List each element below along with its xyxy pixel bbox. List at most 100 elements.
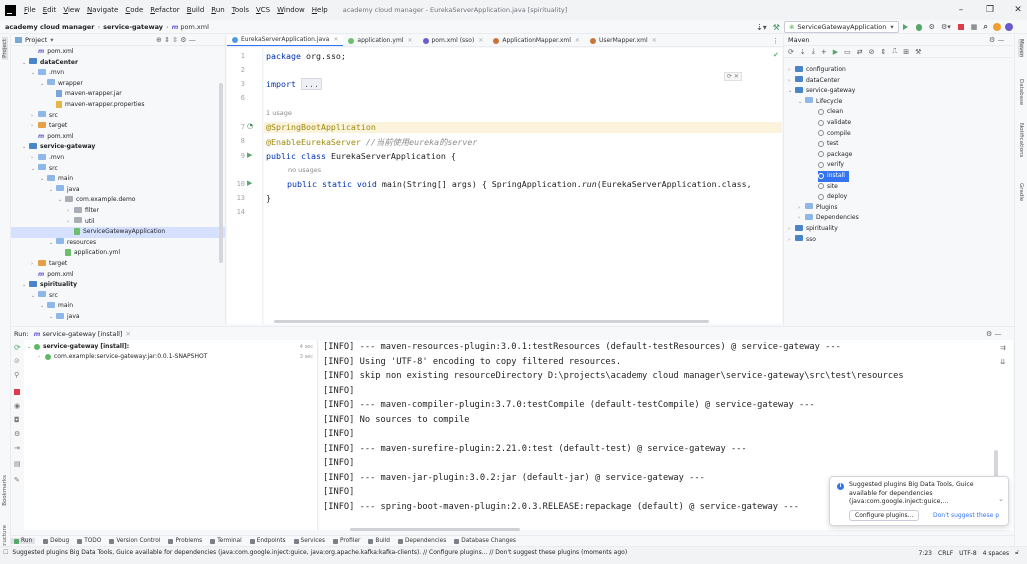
project-tool-button[interactable]: Project [2,37,8,60]
maven-reload-icon[interactable]: ⟳ ✕ [724,72,742,81]
maven-tree-item[interactable]: › Dependencies [798,213,863,224]
chevron-down-icon[interactable]: ⌄ [22,142,29,153]
import-fold[interactable]: ... [300,78,322,90]
chevron-down-icon[interactable]: ⌄ [998,495,1004,503]
lock-icon[interactable]: 🔓︎ [1015,549,1019,557]
maven-tree-item[interactable]: install [818,171,849,182]
tool-tab-build[interactable]: Build [368,538,390,544]
tool-tab-version-control[interactable]: Version Control [109,538,160,544]
project-tree-item[interactable]: ⌄ src [11,291,225,302]
file-encoding[interactable]: UTF-8 [959,550,977,557]
maximize-button[interactable]: ❐ [975,0,1005,20]
project-tree-item[interactable]: › target [11,121,225,132]
project-panel-title[interactable]: Project [25,36,47,44]
execute-goal-icon[interactable]: ▭ [844,48,851,56]
maven-tree-item[interactable]: ⌄ service-gateway [788,86,859,97]
layout-icon[interactable]: ▦ [971,23,978,31]
menu-file[interactable]: File [24,6,36,14]
chevron-down-icon[interactable]: ⌄ [49,312,56,323]
run-maven-icon[interactable]: ▶ [833,48,838,56]
tool-tab-debug[interactable]: Debug [43,538,69,544]
menu-refactor[interactable]: Refactor [150,6,179,14]
maven-tree-item[interactable]: › configuration [788,65,850,76]
maven-settings-icon[interactable]: ⚙ — [989,36,1005,44]
chevron-down-icon[interactable]: ⌄ [31,68,38,79]
toggle-icon[interactable]: ⊘ [14,357,20,365]
console-h-scrollbar[interactable] [350,528,520,531]
vcs-icon[interactable]: ⇣▾ [756,23,767,32]
chevron-right-icon[interactable]: › [798,203,805,214]
indent-setting[interactable]: 4 spaces [983,550,1009,557]
maven-tree-item[interactable]: › spirituality [788,224,842,235]
project-tree-item[interactable]: ⌄ main [11,174,225,185]
usage-hint[interactable]: 1 usage [266,109,292,117]
chevron-down-icon[interactable]: ⌄ [58,195,65,206]
tool-tab-profiler[interactable]: Profiler [332,538,360,544]
ide-logo-icon[interactable] [1004,23,1013,31]
chevron-down-icon[interactable]: ⌄ [49,185,56,196]
tool-tab-endpoints[interactable]: Endpoints [249,538,286,544]
toggle-offline-icon[interactable]: ⇄ [857,48,863,56]
editor-tab[interactable]: application.yml ✕ [343,35,417,46]
chevron-down-icon[interactable]: ⌄ [798,97,805,108]
stop-icon[interactable] [957,24,964,30]
tool-tab-terminal[interactable]: Terminal [210,538,242,544]
menu-run[interactable]: Run [211,6,224,14]
maven-tree-item[interactable]: › Plugins [798,203,842,214]
diagram-icon[interactable]: ⎍ [892,47,897,56]
maven-tree-item[interactable]: test [818,139,843,150]
project-tree-item[interactable]: m pom.xml [11,132,225,143]
line-separator[interactable]: CRLF [938,550,953,557]
project-tree-item[interactable]: ⌄ main [11,301,225,312]
project-tree-item[interactable]: ⌄ spirituality [11,280,225,291]
project-tree-item[interactable]: maven-wrapper.properties [11,100,225,111]
tool-tab-dependencies[interactable]: Dependencies [397,538,446,544]
settings-icon[interactable]: ⚙ [14,430,20,438]
project-tree-item[interactable]: ⌄ java [11,185,225,196]
bookmarks-tool-button[interactable]: Bookmarks [2,475,8,506]
reload-icon[interactable]: ⟳ [788,48,794,56]
download-icon[interactable]: ⤓ [812,47,815,56]
notifications-tool-button[interactable]: Notifications [1018,123,1024,157]
maven-tree-item[interactable]: site [818,182,842,193]
chevron-down-icon[interactable]: ▾ [50,36,53,44]
editor-h-scrollbar[interactable] [274,320,709,323]
editor-tab[interactable]: ApplicationMapper.xml ✕ [488,35,585,46]
tool-tab-problems[interactable]: Problems [168,538,202,544]
editor-tab[interactable]: UserMapper.xml ✕ [585,35,662,46]
menu-build[interactable]: Build [187,6,205,14]
chevron-right-icon[interactable]: › [67,206,74,217]
chevron-right-icon[interactable]: › [67,217,74,228]
pin-tab-icon[interactable]: ✎ [14,476,20,484]
add-icon[interactable]: + [821,48,827,56]
expand-icon[interactable]: ⊞ [903,48,909,56]
tool-tab-todo[interactable]: TODO [77,538,101,544]
wrap-icon[interactable]: ⇉ [1000,344,1006,352]
chevron-down-icon[interactable]: ⌄ [40,301,47,312]
menu-vcs[interactable]: VCS [256,6,270,14]
close-icon[interactable]: ✕ [652,37,657,44]
close-icon[interactable]: ✕ [407,37,412,44]
close-icon[interactable]: ✕ [478,37,483,44]
menu-edit[interactable]: Edit [43,6,57,14]
close-icon[interactable]: ✕ [333,36,338,43]
export-icon[interactable]: ⇥ [14,444,20,452]
chevron-right-icon[interactable]: › [788,65,795,76]
menu-tools[interactable]: Tools [232,6,249,14]
project-tree-item[interactable]: ServiceGatewayApplication [11,227,225,238]
chevron-right-icon[interactable]: › [788,76,795,87]
chevron-right-icon[interactable]: › [31,121,38,132]
project-tree-item[interactable]: maven-wrapper.jar [11,89,225,100]
spring-bean-icon[interactable]: ◔ [247,122,253,130]
chevron-down-icon[interactable]: ⌄ [40,79,47,90]
menu-window[interactable]: Window [277,6,305,14]
tool-tab-services[interactable]: Services [293,538,325,544]
editor-tab[interactable]: pom.xml (sso) ✕ [418,35,489,46]
breadcrumb-project[interactable]: academy cloud manager [5,23,95,31]
project-tree-item[interactable]: ⌄ dataCenter [11,58,225,69]
run-gutter-icon[interactable]: ▶ [247,151,252,159]
chevron-right-icon[interactable]: › [788,224,795,235]
gradle-tool-button[interactable]: Gradle [1018,183,1024,201]
maven-tree-item[interactable]: package [818,150,856,161]
maven-tree-item[interactable]: clean [818,107,847,118]
